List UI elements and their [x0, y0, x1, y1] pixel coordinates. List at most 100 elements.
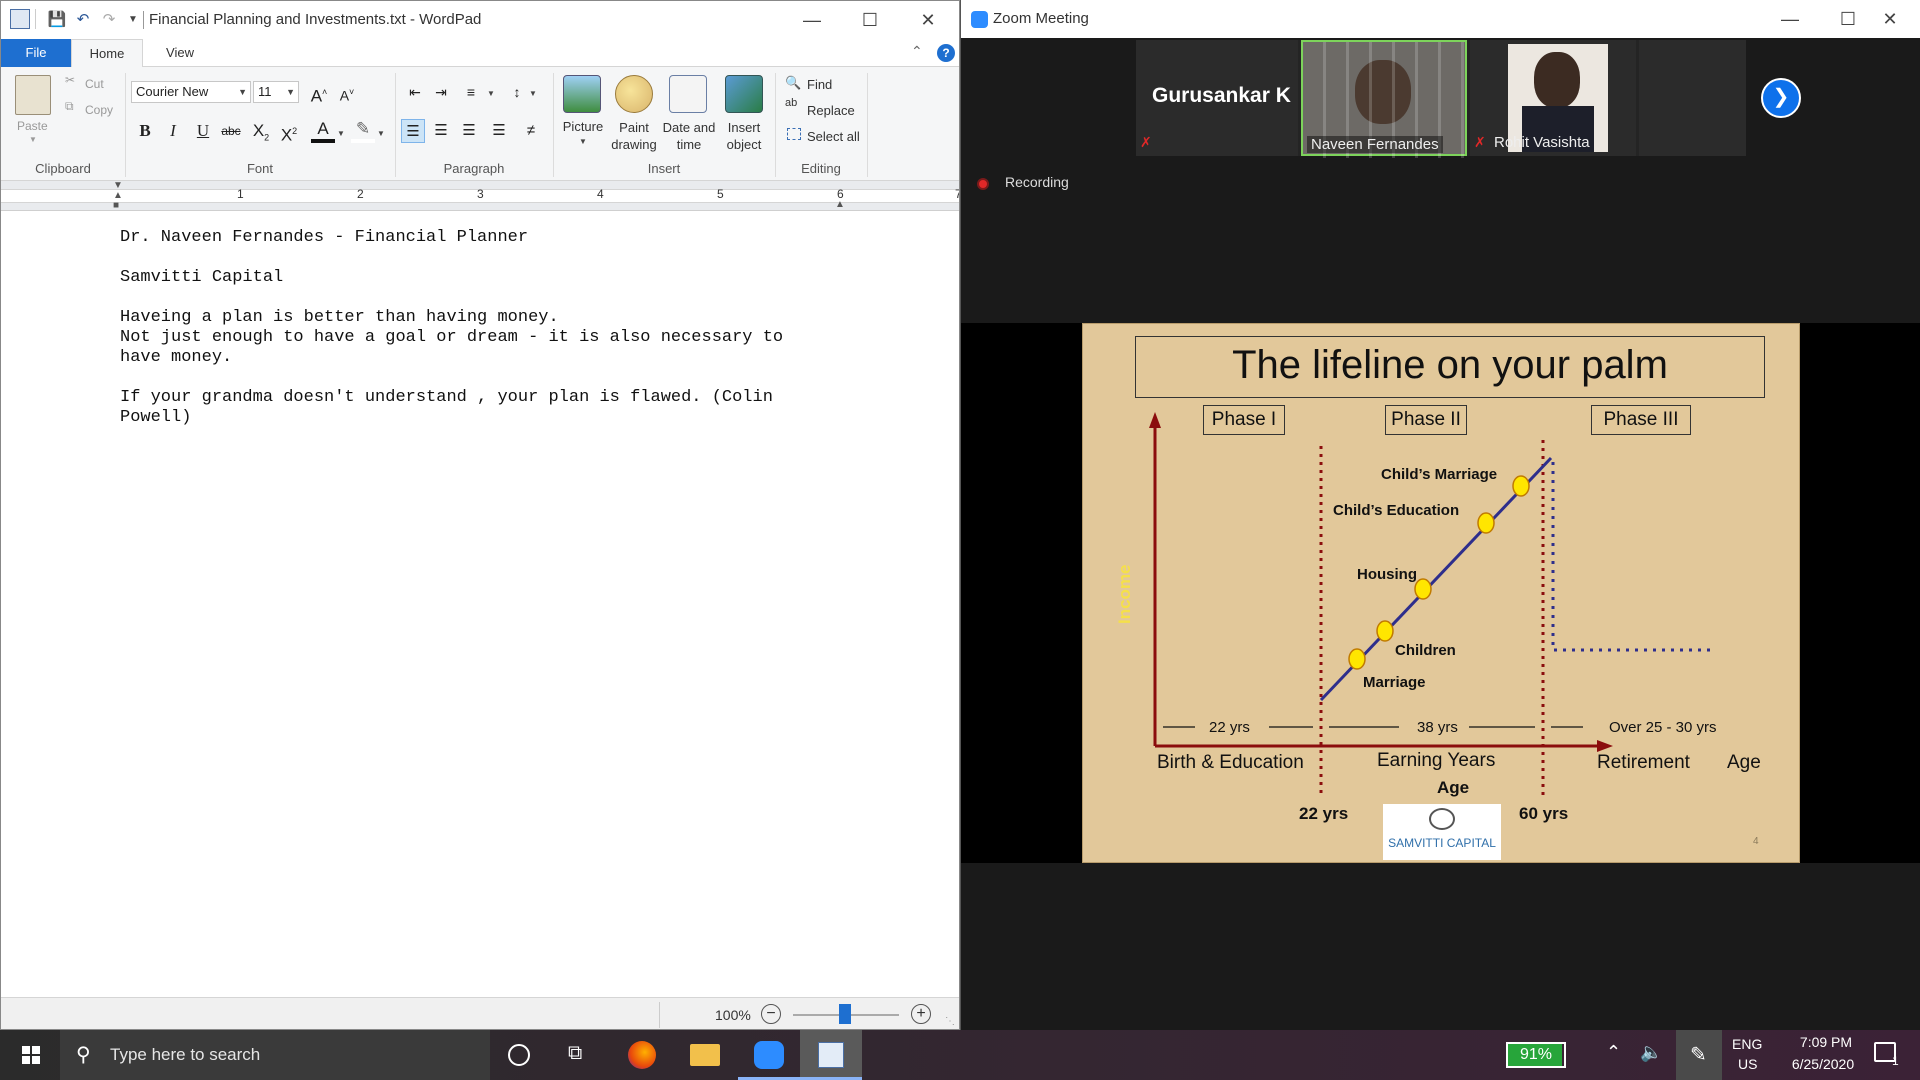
divider: [35, 9, 36, 29]
underline-icon[interactable]: U: [191, 119, 215, 143]
superscript-icon[interactable]: X2: [277, 119, 301, 145]
milestone-label: Housing: [1357, 566, 1417, 583]
minimize-icon[interactable]: —: [1761, 0, 1819, 38]
paste-button[interactable]: Paste: [17, 119, 48, 133]
font-family-select[interactable]: Courier New ▼: [131, 81, 251, 103]
select-all-button[interactable]: Select all: [807, 129, 860, 144]
undo-icon[interactable]: ↶: [73, 10, 93, 30]
chevron-down-icon[interactable]: ▼: [579, 137, 587, 146]
tab-file[interactable]: File: [1, 39, 71, 67]
window-title: Financial Planning and Investments.txt -…: [149, 11, 482, 28]
volume-icon[interactable]: 🔈: [1640, 1042, 1662, 1063]
find-button[interactable]: Find: [807, 77, 832, 92]
align-left-icon[interactable]: ☰: [401, 119, 425, 143]
show-hidden-icons-icon[interactable]: ⌃: [1606, 1042, 1621, 1063]
align-right-icon[interactable]: ☰: [457, 119, 481, 143]
age-axis-label: Age: [1437, 778, 1470, 797]
zoom-slider-thumb[interactable]: [839, 1004, 851, 1024]
pen-workspace-button[interactable]: ✎: [1676, 1030, 1722, 1080]
customize-qat-icon[interactable]: ▼: [123, 10, 143, 30]
maximize-icon[interactable]: ☐: [841, 1, 899, 39]
calendar-clock-icon[interactable]: [669, 75, 707, 113]
paragraph-settings-icon[interactable]: ≠: [519, 119, 543, 143]
group-label-editing: Editing: [801, 161, 841, 176]
firefox-icon[interactable]: [628, 1041, 656, 1069]
taskbar-wordpad[interactable]: [800, 1030, 862, 1080]
copy-icon: ⧉: [65, 99, 74, 113]
shrink-font-icon[interactable]: A˅: [335, 80, 359, 104]
taskbar: ⚲ Type here to search ⧉ 91% ⌃ 🔈 ✎ ENG US…: [0, 1030, 1920, 1080]
close-icon[interactable]: ✕: [1861, 0, 1919, 38]
recording-label[interactable]: Recording: [1005, 174, 1069, 190]
date-time-button[interactable]: Date and time: [661, 119, 717, 153]
indent-marker-icon[interactable]: ▼ ▲ ■: [113, 181, 123, 211]
document-area[interactable]: Dr. Naveen Fernandes - Financial Planner…: [1, 212, 959, 997]
chevron-down-icon: ▼: [286, 87, 295, 97]
action-center-button[interactable]: 1: [1866, 1038, 1908, 1072]
increase-indent-icon[interactable]: ⇥: [429, 80, 453, 104]
ruler-number: 6: [837, 187, 844, 201]
participant-tile-active-speaker[interactable]: Naveen Fernandes: [1301, 40, 1469, 158]
bold-icon[interactable]: B: [133, 119, 157, 143]
copy-button[interactable]: Copy: [85, 103, 113, 117]
picture-button[interactable]: Picture: [561, 119, 605, 134]
zoom-in-icon[interactable]: +: [911, 1004, 931, 1024]
ruler[interactable]: ▼▲■ ▲ 1 2 3 4 5 6 7: [1, 181, 959, 211]
file-explorer-icon[interactable]: [690, 1044, 720, 1066]
close-icon[interactable]: ✕: [899, 1, 957, 39]
chevron-down-icon: ▼: [238, 87, 247, 97]
save-icon[interactable]: 💾: [47, 10, 67, 30]
chevron-down-icon[interactable]: ▼: [377, 129, 385, 138]
taskbar-zoom[interactable]: [738, 1030, 800, 1080]
start-button[interactable]: [0, 1030, 60, 1080]
select-all-icon: [787, 128, 801, 140]
milestone-label: Child’s Education: [1333, 502, 1460, 519]
paint-palette-icon[interactable]: [615, 75, 653, 113]
clock-time[interactable]: 7:09 PM: [1784, 1034, 1868, 1050]
strikethrough-icon[interactable]: abc: [219, 119, 243, 143]
resize-grip-icon[interactable]: ⋱: [945, 1016, 955, 1027]
insert-object-icon[interactable]: [725, 75, 763, 113]
search-box[interactable]: ⚲ Type here to search: [60, 1030, 490, 1080]
redo-icon[interactable]: ↷: [99, 10, 119, 30]
highlight-color-icon[interactable]: ✎: [351, 117, 375, 143]
italic-icon[interactable]: I: [161, 119, 185, 143]
paste-dropdown-icon[interactable]: ▼: [29, 135, 37, 144]
justify-icon[interactable]: ☰: [487, 119, 511, 143]
cut-button[interactable]: Cut: [85, 77, 104, 91]
bullets-icon[interactable]: ≡: [459, 80, 483, 104]
line-spacing-icon[interactable]: ↕: [505, 80, 529, 104]
chevron-down-icon[interactable]: ▼: [487, 89, 495, 98]
task-view-icon[interactable]: ⧉: [568, 1042, 582, 1065]
decrease-indent-icon[interactable]: ⇤: [403, 80, 427, 104]
minimize-icon[interactable]: —: [783, 1, 841, 39]
language-code[interactable]: ENG: [1732, 1036, 1762, 1052]
paint-drawing-button[interactable]: Paint drawing: [609, 119, 659, 153]
insert-object-button[interactable]: Insert object: [719, 119, 769, 153]
paste-icon[interactable]: [15, 75, 51, 115]
help-icon[interactable]: ?: [937, 44, 955, 62]
participant-tile[interactable]: ✗ Rohit Vasishta: [1470, 40, 1636, 156]
chevron-down-icon[interactable]: ▼: [529, 89, 537, 98]
ruler-number: 4: [597, 187, 604, 201]
zoom-out-icon[interactable]: −: [761, 1004, 781, 1024]
replace-button[interactable]: Replace: [807, 103, 855, 118]
participant-tile[interactable]: Gurusankar K ✗: [1136, 40, 1298, 156]
collapse-ribbon-icon[interactable]: ⌃: [911, 43, 923, 60]
span-label: Over 25 - 30 yrs: [1609, 719, 1717, 736]
zoom-level: 100%: [715, 1007, 751, 1023]
align-center-icon[interactable]: ☰: [429, 119, 453, 143]
cortana-icon[interactable]: [508, 1044, 530, 1066]
grow-font-icon[interactable]: A˄: [307, 80, 331, 106]
wordpad-app-icon[interactable]: [10, 9, 30, 29]
tab-home[interactable]: Home: [71, 39, 143, 68]
battery-indicator[interactable]: 91%: [1506, 1042, 1566, 1068]
font-size-select[interactable]: 11 ▼: [253, 81, 299, 103]
chevron-down-icon[interactable]: ▼: [337, 129, 345, 138]
tab-view[interactable]: View: [159, 39, 201, 67]
zoom-window: Zoom Meeting — ☐ ✕ Gurusankar K ✗ Naveen…: [960, 0, 1920, 1030]
subscript-icon[interactable]: X2: [249, 119, 273, 143]
picture-icon[interactable]: [563, 75, 601, 113]
text-color-icon[interactable]: A: [311, 117, 335, 143]
next-page-button[interactable]: ❯: [1761, 78, 1801, 118]
